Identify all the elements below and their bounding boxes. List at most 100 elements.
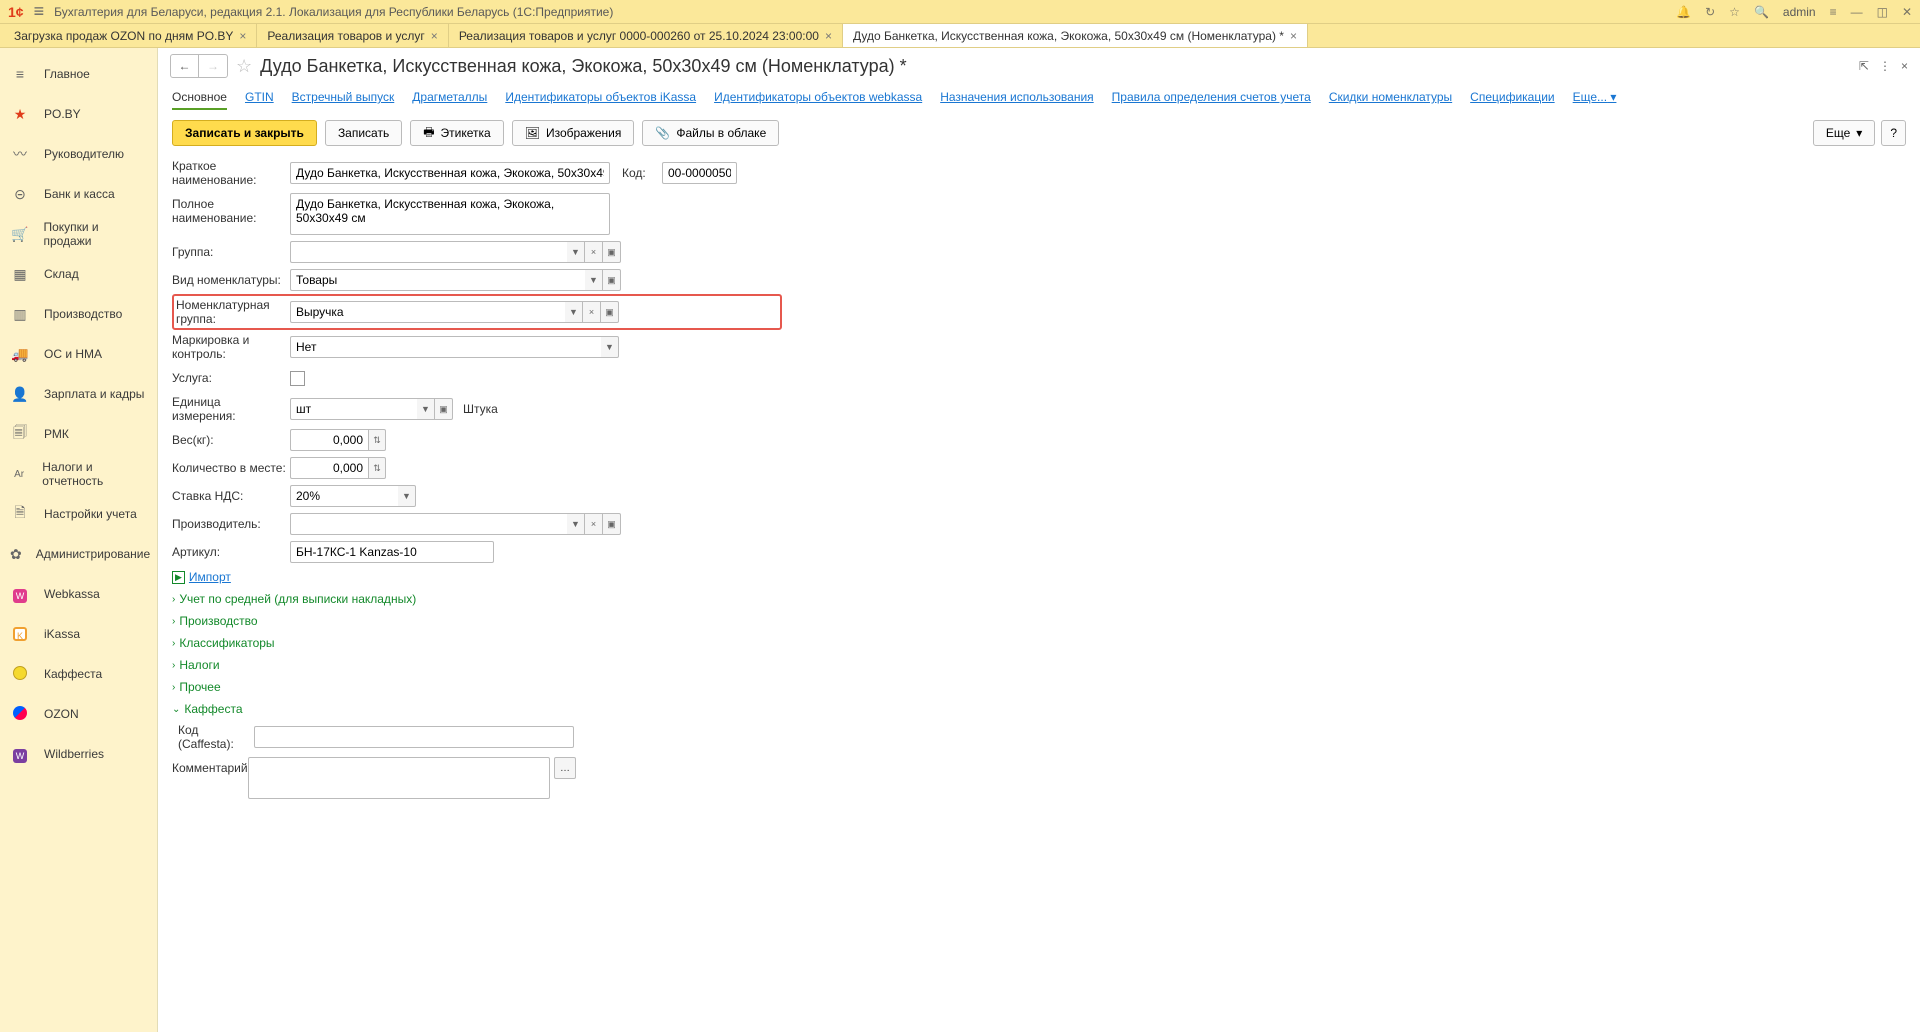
vat-input[interactable] [290, 485, 398, 507]
caffesta-toggle[interactable]: ⌄Каффеста [172, 698, 1906, 720]
dropdown-icon[interactable]: ▼ [601, 336, 619, 358]
sidebar-item-wildberries[interactable]: WWildberries [0, 734, 157, 774]
clear-icon[interactable]: × [585, 241, 603, 263]
sidebar-item-settings[interactable]: 🗎Настройки учета [0, 494, 157, 534]
import-link[interactable]: Импорт [189, 570, 231, 584]
tab-close-icon[interactable]: × [239, 29, 246, 43]
label-button[interactable]: 🖶Этикетка [410, 120, 504, 146]
section-tab-specs[interactable]: Спецификации [1470, 86, 1554, 110]
tab-realizacia-260[interactable]: Реализация товаров и услуг 0000-000260 о… [449, 24, 843, 47]
code-input[interactable] [662, 162, 737, 184]
maximize-icon[interactable]: ◫ [1877, 5, 1888, 19]
minimize-icon[interactable]: — [1851, 5, 1863, 19]
dropdown-icon[interactable]: ▼ [567, 513, 585, 535]
marking-input[interactable] [290, 336, 601, 358]
weight-input[interactable] [290, 429, 368, 451]
sidebar-item-stock[interactable]: ▦Склад [0, 254, 157, 294]
spinner-icon[interactable]: ⇅ [368, 429, 386, 451]
avg-toggle[interactable]: ›Учет по средней (для выписки накладных) [172, 588, 1906, 610]
settings-icon[interactable]: ≡ [1830, 5, 1837, 19]
caffesta-code-input[interactable] [254, 726, 574, 748]
more-button[interactable]: Еще ▾ [1813, 120, 1875, 146]
dropdown-icon[interactable]: ▼ [417, 398, 435, 420]
sidebar-item-taxes[interactable]: ArНалоги и отчетность [0, 454, 157, 494]
images-button[interactable]: 🖼Изображения [512, 120, 635, 146]
full-name-input[interactable] [290, 193, 610, 235]
section-tab-usage[interactable]: Назначения использования [940, 86, 1093, 110]
group-input[interactable] [290, 241, 567, 263]
open-icon[interactable]: ▣ [603, 241, 621, 263]
open-icon[interactable]: ▣ [603, 269, 621, 291]
unit-input[interactable] [290, 398, 417, 420]
forward-button[interactable]: → [199, 55, 227, 77]
comment-input[interactable] [248, 757, 550, 799]
sidebar-item-assets[interactable]: 🚚ОС и НМА [0, 334, 157, 374]
open-icon[interactable]: ▣ [603, 513, 621, 535]
section-tab-gtin[interactable]: GTIN [245, 86, 274, 110]
section-tab-ikassa[interactable]: Идентификаторы объектов iKassa [505, 86, 696, 110]
save-button[interactable]: Записать [325, 120, 402, 146]
sidebar-item-ozon[interactable]: OZON [0, 694, 157, 734]
kebab-icon[interactable]: ⋮ [1879, 59, 1891, 73]
expand-comment-button[interactable]: … [554, 757, 576, 779]
section-tab-main[interactable]: Основное [172, 86, 227, 110]
section-tab-accounts[interactable]: Правила определения счетов учета [1112, 86, 1311, 110]
close-icon[interactable]: ✕ [1902, 5, 1912, 19]
help-button[interactable]: ? [1881, 120, 1906, 146]
sidebar-item-caffesta[interactable]: Каффеста [0, 654, 157, 694]
section-tab-discounts[interactable]: Скидки номенклатуры [1329, 86, 1452, 110]
sidebar-item-ikassa[interactable]: KiKassa [0, 614, 157, 654]
open-icon[interactable]: ▣ [435, 398, 453, 420]
bell-icon[interactable]: 🔔 [1676, 5, 1691, 19]
user-label[interactable]: admin [1783, 5, 1816, 19]
history-icon[interactable]: ↻ [1705, 5, 1715, 19]
favorite-icon[interactable]: ☆ [236, 56, 252, 77]
clear-icon[interactable]: × [585, 513, 603, 535]
sidebar-item-rmk[interactable]: 🗐РМК [0, 414, 157, 454]
classifiers-toggle[interactable]: ›Классификаторы [172, 632, 1906, 654]
production-toggle[interactable]: ›Производство [172, 610, 1906, 632]
menu-icon[interactable]: ≡ [34, 1, 45, 22]
kind-input[interactable] [290, 269, 585, 291]
sidebar-item-production[interactable]: ▥Производство [0, 294, 157, 334]
import-toggle[interactable]: ▶ Импорт [172, 566, 1906, 588]
tab-ozon-load[interactable]: Загрузка продаж OZON по дням PO.BY× [4, 24, 257, 47]
sidebar-item-main[interactable]: ≡Главное [0, 54, 157, 94]
article-input[interactable] [290, 541, 494, 563]
search-icon[interactable]: 🔍 [1754, 5, 1769, 19]
qty-input[interactable] [290, 457, 368, 479]
close-panel-icon[interactable]: × [1901, 59, 1908, 73]
spinner-icon[interactable]: ⇅ [368, 457, 386, 479]
sidebar-item-webkassa[interactable]: WWebkassa [0, 574, 157, 614]
section-tab-webkassa[interactable]: Идентификаторы объектов webkassa [714, 86, 922, 110]
tab-realizacia[interactable]: Реализация товаров и услуг× [257, 24, 448, 47]
save-close-button[interactable]: Записать и закрыть [172, 120, 317, 146]
tab-close-icon[interactable]: × [431, 29, 438, 43]
cloud-files-button[interactable]: 📎Файлы в облаке [642, 120, 779, 146]
short-name-input[interactable] [290, 162, 610, 184]
section-tab-more[interactable]: Еще... ▾ [1573, 86, 1617, 110]
tab-close-icon[interactable]: × [825, 29, 832, 43]
dropdown-icon[interactable]: ▼ [567, 241, 585, 263]
tab-close-icon[interactable]: × [1290, 29, 1297, 43]
open-icon[interactable]: ▣ [601, 301, 619, 323]
other-toggle[interactable]: ›Прочее [172, 676, 1906, 698]
sidebar-item-admin[interactable]: ✿Администрирование [0, 534, 157, 574]
service-checkbox[interactable] [290, 371, 305, 386]
dropdown-icon[interactable]: ▼ [585, 269, 603, 291]
star-icon[interactable]: ☆ [1729, 5, 1740, 19]
section-tab-counter[interactable]: Встречный выпуск [292, 86, 395, 110]
tab-nomenklatura[interactable]: Дудо Банкетка, Искусственная кожа, Экоко… [843, 24, 1308, 47]
sidebar-item-poby[interactable]: ★PO.BY [0, 94, 157, 134]
link-icon[interactable]: ⇱ [1859, 59, 1869, 73]
taxes-toggle[interactable]: ›Налоги [172, 654, 1906, 676]
sidebar-item-bank[interactable]: ⊝Банк и касса [0, 174, 157, 214]
section-tab-metals[interactable]: Драгметаллы [412, 86, 487, 110]
dropdown-icon[interactable]: ▼ [565, 301, 583, 323]
clear-icon[interactable]: × [583, 301, 601, 323]
sidebar-item-manager[interactable]: 〰Руководителю [0, 134, 157, 174]
sidebar-item-hr[interactable]: 👤Зарплата и кадры [0, 374, 157, 414]
back-button[interactable]: ← [171, 55, 199, 77]
maker-input[interactable] [290, 513, 567, 535]
sidebar-item-sales[interactable]: 🛒Покупки и продажи [0, 214, 157, 254]
